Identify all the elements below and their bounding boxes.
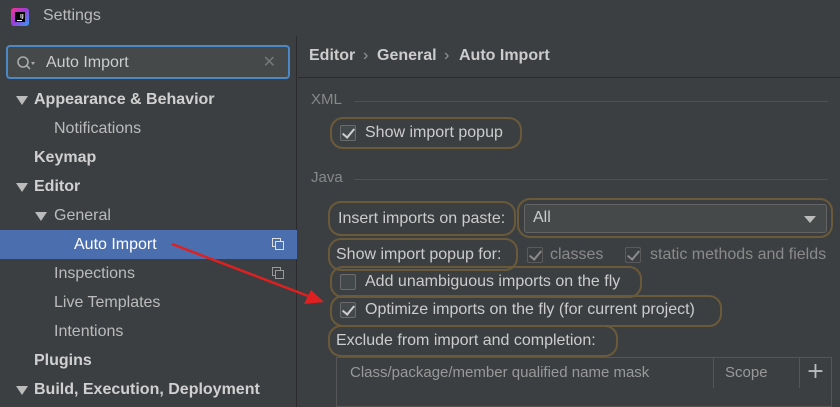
settings-content-pane: Editor › General › Auto Import XML Show … xyxy=(298,36,840,407)
project-settings-icon xyxy=(272,267,284,279)
tree-item-appearance-behavior[interactable]: Appearance & Behavior xyxy=(0,85,297,114)
classes-label[interactable]: classes xyxy=(550,246,603,264)
column-divider xyxy=(713,358,714,388)
tree-item-keymap[interactable]: Keymap xyxy=(0,143,297,172)
tree-item-editor[interactable]: Editor xyxy=(0,172,297,201)
static-methods-checkbox[interactable] xyxy=(625,247,641,263)
exclude-from-import-label: Exclude from import and completion: xyxy=(336,332,596,349)
exclude-table[interactable]: Class/package/member qualified name mask… xyxy=(336,357,832,407)
tree-item-notifications[interactable]: Notifications xyxy=(0,114,297,143)
breadcrumb-general[interactable]: General xyxy=(377,47,437,65)
search-input[interactable] xyxy=(46,53,256,73)
xml-section-title: XML xyxy=(311,91,342,108)
chevron-down-icon[interactable] xyxy=(804,216,816,223)
dropdown-selected-value: All xyxy=(533,209,551,226)
tree-item-label: Inspections xyxy=(54,265,135,282)
settings-tree: Appearance & Behavior Notifications Keym… xyxy=(0,85,297,404)
breadcrumb-separator: › xyxy=(363,47,369,64)
tree-item-label: Notifications xyxy=(54,120,142,137)
project-settings-icon xyxy=(272,238,284,250)
tree-item-label: Editor xyxy=(34,178,81,195)
java-section-title: Java xyxy=(311,169,343,186)
static-methods-label[interactable]: static methods and fields xyxy=(650,246,826,264)
xml-show-import-popup-label[interactable]: Show import popup xyxy=(365,124,503,142)
breadcrumb-editor[interactable]: Editor xyxy=(309,47,355,65)
tree-item-live-templates[interactable]: Live Templates xyxy=(0,288,297,317)
tree-item-plugins[interactable]: Plugins xyxy=(0,346,297,375)
breadcrumb-separator: › xyxy=(444,47,450,64)
expand-arrow-icon[interactable] xyxy=(35,212,47,221)
clear-search-icon[interactable]: ✕ xyxy=(263,52,276,71)
search-icon[interactable] xyxy=(16,55,36,71)
table-header-mask[interactable]: Class/package/member qualified name mask xyxy=(350,358,649,388)
intellij-app-icon: IJ xyxy=(11,8,29,26)
tree-item-label: Plugins xyxy=(34,352,92,369)
breadcrumb: Editor › General › Auto Import xyxy=(298,36,840,78)
breadcrumb-auto-import: Auto Import xyxy=(459,47,550,64)
tree-item-label: Build, Execution, Deployment xyxy=(34,381,260,398)
insert-imports-on-paste-label: Insert imports on paste: xyxy=(338,210,506,227)
show-import-popup-for-label: Show import popup for: xyxy=(336,246,502,263)
expand-arrow-icon[interactable] xyxy=(16,96,28,105)
tree-item-build-execution-deployment[interactable]: Build, Execution, Deployment xyxy=(0,375,297,404)
classes-checkbox[interactable] xyxy=(527,247,543,263)
table-header-scope[interactable]: Scope xyxy=(725,358,768,388)
tree-item-label: Appearance & Behavior xyxy=(34,91,215,108)
xml-show-import-popup-checkbox[interactable] xyxy=(340,125,356,141)
tree-item-inspections[interactable]: Inspections xyxy=(0,259,297,288)
tree-item-label: General xyxy=(54,207,111,224)
tree-item-label: Live Templates xyxy=(54,294,161,311)
tree-item-label: Intentions xyxy=(54,323,124,340)
tree-item-label: Auto Import xyxy=(74,236,157,253)
section-divider xyxy=(354,101,828,102)
insert-imports-on-paste-dropdown[interactable]: All xyxy=(524,204,827,233)
add-exclusion-button[interactable]: + xyxy=(799,358,831,388)
tree-item-auto-import[interactable]: Auto Import xyxy=(0,230,297,259)
optimize-imports-checkbox[interactable] xyxy=(340,302,356,318)
tree-item-general[interactable]: General xyxy=(0,201,297,230)
settings-search-box[interactable]: ✕ xyxy=(6,45,290,79)
title-bar: IJ Settings xyxy=(0,0,840,36)
add-unambiguous-imports-checkbox[interactable] xyxy=(340,274,356,290)
window-title: Settings xyxy=(43,7,101,24)
settings-nav-pane: ✕ Appearance & Behavior Notifications Ke… xyxy=(0,36,297,407)
optimize-imports-label[interactable]: Optimize imports on the fly (for current… xyxy=(365,301,695,319)
tree-item-label: Keymap xyxy=(34,149,97,166)
expand-arrow-icon[interactable] xyxy=(16,183,28,192)
expand-arrow-icon[interactable] xyxy=(16,386,28,395)
tree-item-intentions[interactable]: Intentions xyxy=(0,317,297,346)
add-unambiguous-imports-label[interactable]: Add unambiguous imports on the fly xyxy=(365,273,620,291)
section-divider xyxy=(354,179,828,180)
